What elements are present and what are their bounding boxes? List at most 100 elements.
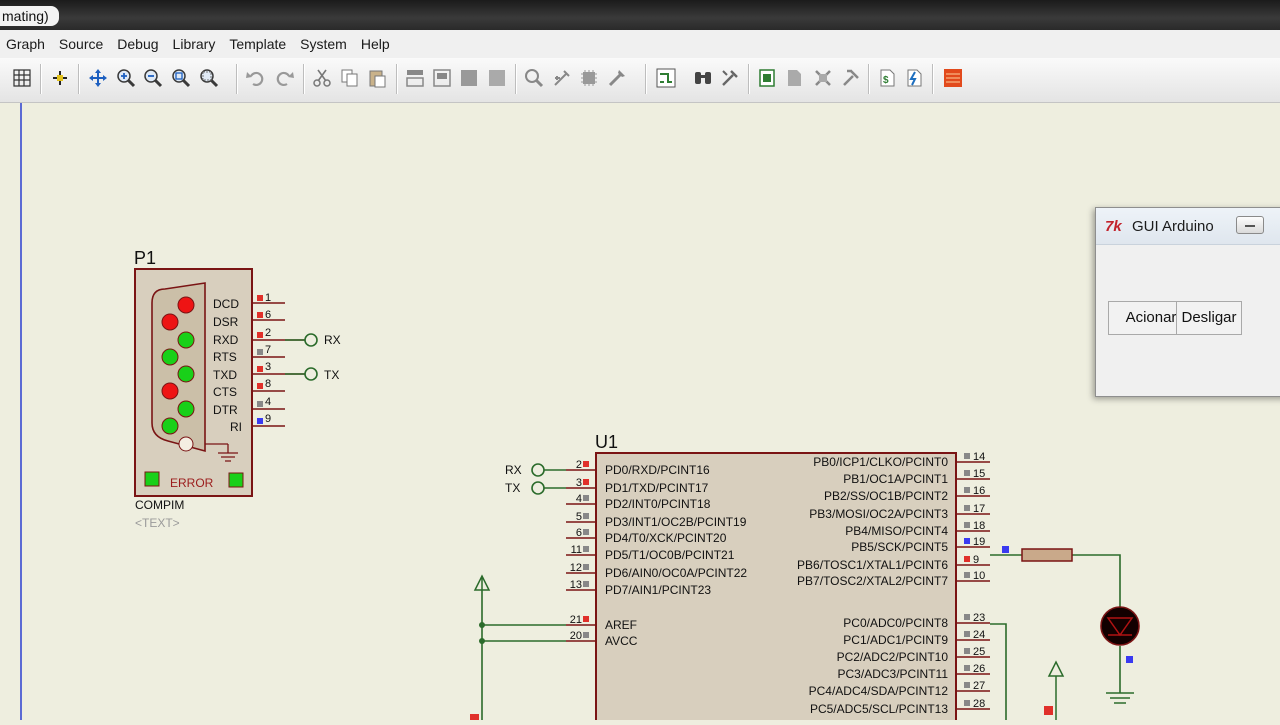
schematic-canvas[interactable]: ERROR DCD DSR RXD RTS TXD CTS DTR RI 1 6… bbox=[0, 103, 1280, 725]
mcu-pin-number: 17 bbox=[973, 503, 985, 515]
paste-icon[interactable] bbox=[366, 66, 388, 90]
mcu-terminal-rx[interactable] bbox=[531, 463, 545, 477]
pin-state-marker bbox=[1002, 546, 1009, 553]
mcu-pin-name: PB6/TOSC1/XTAL1/PCINT6 bbox=[797, 558, 948, 572]
mcu-pin-name: AVCC bbox=[605, 634, 638, 648]
copy-icon[interactable] bbox=[339, 66, 361, 90]
exit-to-parent-icon[interactable] bbox=[812, 66, 834, 90]
compim-pin-number: 2 bbox=[265, 327, 271, 339]
mcu-pin-number: 3 bbox=[576, 477, 582, 489]
toolbar-separator bbox=[645, 64, 647, 94]
pan-icon[interactable] bbox=[87, 66, 109, 90]
mcu-pin-number: 10 bbox=[973, 570, 985, 582]
mcu-pin-name: PC3/ADC3/PCINT11 bbox=[838, 667, 949, 681]
compim-signal-dtr: DTR bbox=[213, 403, 238, 417]
compim-signal-dsr: DSR bbox=[213, 315, 239, 329]
menu-source[interactable]: Source bbox=[53, 30, 111, 58]
compim-pin-number: 7 bbox=[265, 344, 271, 356]
menu-template[interactable]: Template bbox=[223, 30, 294, 58]
mcu-pin-name: PB5/SCK/PCINT5 bbox=[851, 540, 948, 554]
resistor[interactable] bbox=[1021, 548, 1073, 562]
goto-sheet-icon[interactable] bbox=[840, 66, 862, 90]
pin-state-marker bbox=[583, 616, 589, 622]
wire-junction bbox=[479, 622, 485, 628]
mcu-pin-name: PD0/RXD/PCINT16 bbox=[605, 463, 710, 477]
electrical-check-icon[interactable] bbox=[903, 66, 925, 90]
search-tag-icon[interactable] bbox=[692, 66, 714, 90]
pin-state-marker bbox=[1126, 656, 1133, 663]
gui-arduino-window[interactable]: 7k GUI Arduino Acionar Desligar bbox=[1095, 207, 1280, 397]
pin-state-marker bbox=[583, 632, 589, 638]
toolbar-separator bbox=[748, 64, 750, 94]
pin-state-marker bbox=[257, 349, 263, 355]
grid-icon[interactable] bbox=[11, 66, 33, 90]
redo-icon[interactable] bbox=[273, 66, 295, 90]
zoom-in-icon[interactable] bbox=[115, 66, 137, 90]
block-move-icon[interactable] bbox=[431, 66, 453, 90]
gui-window-title-bar[interactable]: 7k GUI Arduino bbox=[1096, 208, 1280, 245]
menu-library[interactable]: Library bbox=[167, 30, 224, 58]
toolbar-separator bbox=[40, 64, 42, 94]
menu-system[interactable]: System bbox=[294, 30, 355, 58]
block-rotate-icon[interactable] bbox=[458, 66, 480, 90]
mcu-terminal-label-tx: TX bbox=[505, 481, 520, 495]
menu-debug[interactable]: Debug bbox=[111, 30, 166, 58]
zoom-out-icon[interactable] bbox=[142, 66, 164, 90]
pin-state-marker bbox=[583, 461, 589, 467]
zoom-all-icon[interactable] bbox=[170, 66, 192, 90]
cut-icon[interactable] bbox=[311, 66, 333, 90]
wire-autorouter-icon[interactable] bbox=[655, 66, 677, 90]
mcu-reference: U1 bbox=[595, 432, 618, 452]
ground-symbol bbox=[1106, 692, 1134, 704]
status-led-left bbox=[144, 471, 160, 487]
led-lamp[interactable] bbox=[1100, 606, 1140, 646]
toolbar-separator bbox=[868, 64, 870, 94]
pin-state-marker bbox=[964, 470, 970, 476]
mcu-pin-number: 16 bbox=[973, 485, 985, 497]
compim-pin-number: 1 bbox=[265, 292, 271, 304]
pin-state-marker bbox=[583, 513, 589, 519]
led-cts bbox=[161, 382, 179, 400]
decompose-icon[interactable] bbox=[606, 66, 628, 90]
mcu-pin-number: 19 bbox=[973, 536, 985, 548]
pin-state-marker bbox=[470, 714, 479, 720]
menu-graph[interactable]: Graph bbox=[0, 30, 53, 58]
make-device-icon[interactable] bbox=[551, 66, 573, 90]
toolbar-separator bbox=[303, 64, 305, 94]
terminal-rx[interactable] bbox=[304, 333, 318, 347]
mcu-pin-number: 6 bbox=[576, 527, 582, 539]
pin-state-marker bbox=[964, 648, 970, 654]
ares-icon[interactable] bbox=[942, 66, 964, 90]
bill-of-materials-icon[interactable]: $ bbox=[876, 66, 898, 90]
compim-signal-cts: CTS bbox=[213, 385, 237, 399]
zoom-area-icon[interactable] bbox=[198, 66, 220, 90]
status-led-right bbox=[228, 472, 244, 488]
mcu-pin-name: PD5/T1/OC0B/PCINT21 bbox=[605, 548, 735, 562]
gui-window-title: GUI Arduino bbox=[1132, 218, 1214, 235]
toolbar-separator bbox=[78, 64, 80, 94]
terminal-label-tx: TX bbox=[324, 368, 339, 382]
block-copy-icon[interactable] bbox=[404, 66, 426, 90]
pin-state-marker bbox=[583, 479, 589, 485]
mcu-terminal-tx[interactable] bbox=[531, 481, 545, 495]
minimize-button[interactable] bbox=[1236, 216, 1264, 234]
remove-sheet-icon[interactable] bbox=[783, 66, 805, 90]
pick-device-icon[interactable] bbox=[523, 66, 545, 90]
pin-state-marker bbox=[964, 700, 970, 706]
new-sheet-icon[interactable] bbox=[756, 66, 778, 90]
toolbar-separator bbox=[932, 64, 934, 94]
desligar-button[interactable]: Desligar bbox=[1176, 301, 1242, 335]
mcu-pin-number: 23 bbox=[973, 612, 985, 624]
pin-state-marker bbox=[964, 572, 970, 578]
mcu-pin-number: 5 bbox=[576, 511, 582, 523]
packaging-icon[interactable] bbox=[578, 66, 600, 90]
undo-icon[interactable] bbox=[245, 66, 267, 90]
block-delete-icon[interactable] bbox=[486, 66, 508, 90]
terminal-tx[interactable] bbox=[304, 367, 318, 381]
mcu-pin-name: PB4/MISO/PCINT4 bbox=[845, 524, 948, 538]
pin-state-marker bbox=[583, 564, 589, 570]
mcu-pin-name: PB3/MOSI/OC2A/PCINT3 bbox=[809, 507, 948, 521]
menu-help[interactable]: Help bbox=[355, 30, 398, 58]
origin-icon[interactable] bbox=[49, 66, 71, 90]
property-assign-icon[interactable] bbox=[719, 66, 741, 90]
